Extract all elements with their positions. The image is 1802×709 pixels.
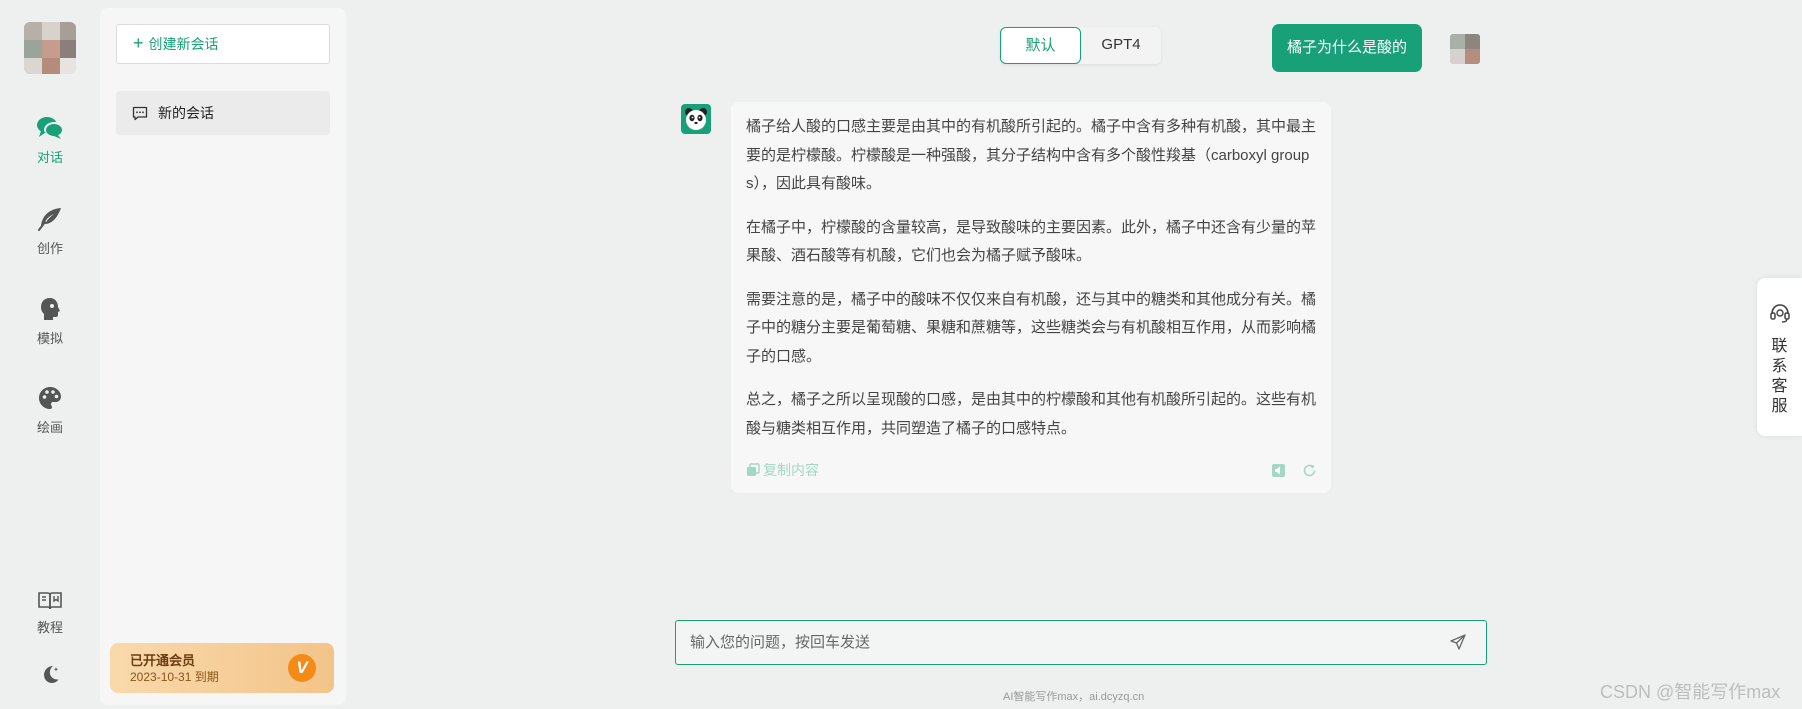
assistant-paragraph: 橘子给人酸的口感主要是由其中的有机酸所引起的。橘子中含有多种有机酸，其中最主要的… — [746, 118, 1317, 192]
message-actions: 复制内容 — [746, 460, 1317, 480]
nav-item-draw[interactable]: 绘画 — [0, 385, 100, 437]
new-chat-button[interactable]: + 创建新会话 — [116, 24, 330, 64]
nav-item-tutorial[interactable]: 教程 — [0, 591, 100, 637]
message-icon — [132, 106, 148, 120]
chat-icon — [37, 117, 64, 139]
nav-item-label: 创作 — [36, 241, 63, 256]
assistant-paragraph: 总之，橘子之所以呈现酸的口感，是由其中的柠檬酸和其他有机酸所引起的。这些有机酸与… — [746, 391, 1317, 437]
nav-item-label: 模拟 — [36, 331, 63, 346]
assistant-paragraph: 在橘子中，柠檬酸的含量较高，是导致酸味的主要因素。此外，橘子中还含有少量的苹果酸… — [746, 218, 1317, 265]
nav-item-label: 教程 — [36, 620, 63, 635]
nav-item-label: 绘画 — [36, 420, 63, 435]
palette-icon — [39, 387, 61, 409]
session-label: 新的会话 — [158, 105, 214, 121]
watermark: CSDN @智能写作max — [1600, 682, 1781, 702]
session-item[interactable]: 新的会话 — [116, 91, 330, 135]
assistant-avatar-panda-icon — [681, 104, 711, 134]
user-avatar[interactable] — [24, 22, 76, 74]
nav-item-simulate[interactable]: 模拟 — [0, 296, 100, 348]
assistant-paragraph: 需要注意的是，橘子中的酸味不仅仅来自有机酸，还与其中的糖类和其他成分有关。橘子中… — [746, 290, 1317, 365]
membership-card[interactable]: 已开通会员 2023-10-31 到期 V — [110, 643, 334, 693]
nav-item-create[interactable]: 创作 — [0, 206, 100, 258]
moon-icon — [44, 666, 59, 683]
contact-support-label: 联系客服 — [1771, 338, 1788, 415]
send-icon[interactable] — [1450, 634, 1466, 650]
model-option-default[interactable]: 默认 — [1000, 27, 1081, 64]
regenerate-icon[interactable] — [1302, 463, 1317, 478]
nav-item-label: 对话 — [36, 150, 63, 165]
contact-support-tab[interactable]: 联系客服 — [1757, 278, 1802, 436]
plus-icon: + — [133, 32, 144, 53]
footer-note: AI智能写作max，ai.dcyzq.cn — [1003, 691, 1145, 703]
nav-item-chat[interactable]: 对话 — [0, 115, 100, 167]
model-toggle: 默认 GPT4 — [1000, 27, 1161, 64]
user-message-bubble: 橘子为什么是酸的 — [1272, 24, 1423, 72]
copy-content-label: 复制内容 — [763, 462, 819, 478]
user-message-avatar — [1450, 34, 1480, 64]
speaker-icon[interactable] — [1271, 463, 1286, 478]
new-chat-label: 创建新会话 — [148, 36, 219, 52]
copy-icon — [747, 463, 760, 476]
model-option-gpt4[interactable]: GPT4 — [1081, 27, 1161, 64]
headset-icon — [1769, 304, 1790, 323]
chat-input-box — [675, 620, 1487, 665]
copy-content-button[interactable]: 复制内容 — [746, 460, 819, 480]
profile-head-icon — [41, 298, 60, 320]
feather-icon — [38, 208, 61, 231]
book-icon — [38, 592, 62, 610]
left-rail: 对话 创作 模拟 绘画 教程 — [0, 0, 100, 709]
chat-input[interactable] — [690, 621, 1430, 664]
assistant-message-card: 橘子给人酸的口感主要是由其中的有机酸所引起的。橘子中含有多种有机酸，其中最主要的… — [731, 102, 1331, 493]
vip-badge-icon: V — [288, 654, 316, 682]
session-panel: + 创建新会话 新的会话 已开通会员 2023-10-31 到期 V — [100, 8, 346, 705]
theme-toggle-button[interactable] — [0, 663, 100, 691]
